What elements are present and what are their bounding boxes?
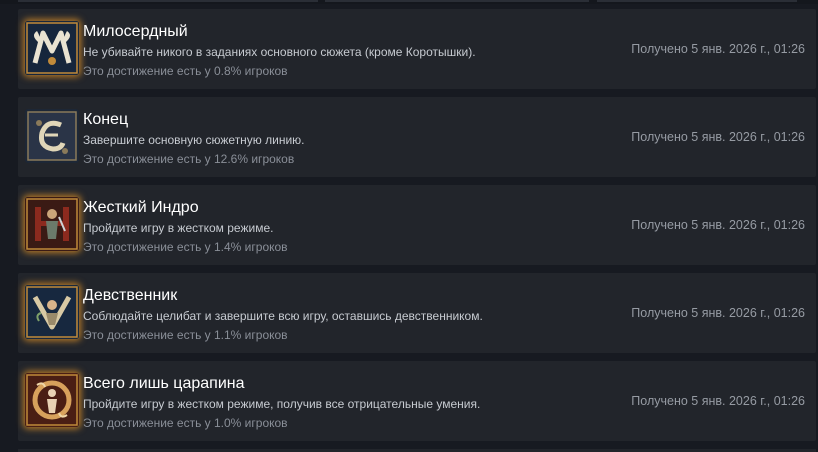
achievement-description: Соблюдайте целибат и завершите всю игру,…: [83, 309, 483, 323]
virgin-badge-icon: [25, 285, 79, 339]
achievement-global-percent: Это достижение есть у 12.6% игроков: [83, 152, 295, 166]
unlock-date: Получено 5 янв. 2026 г., 01:26: [631, 306, 805, 320]
achievement-row: Милосердный Не убивайте никого в задания…: [18, 9, 816, 89]
top-edge: [0, 0, 818, 4]
merciful-badge-icon: [25, 21, 79, 75]
achievement-row: Девственник Соблюдайте целибат и заверши…: [18, 273, 816, 353]
achievement-title: Всего лишь царапина: [83, 375, 245, 392]
the-end-badge-icon: [25, 109, 79, 163]
achievement-global-percent: Это достижение есть у 1.0% игроков: [83, 416, 288, 430]
achievement-title: Милосердный: [83, 23, 188, 40]
unlock-date: Получено 5 янв. 2026 г., 01:26: [631, 218, 805, 232]
achievement-description: Пройдите игру в жестком режиме.: [83, 221, 274, 235]
achievement-global-percent: Это достижение есть у 1.1% игроков: [83, 328, 288, 342]
achievement-title: Девственник: [83, 287, 178, 304]
achievement-row: Всего лишь царапина Пройдите игру в жест…: [18, 361, 816, 441]
hardcore-badge-icon: [25, 197, 79, 251]
unlock-date: Получено 5 янв. 2026 г., 01:26: [631, 130, 805, 144]
unlock-date: Получено 5 янв. 2026 г., 01:26: [631, 42, 805, 56]
achievement-title: Конец: [83, 111, 129, 128]
achievement-title: Жесткий Индро: [83, 199, 199, 216]
achievement-description: Не убивайте никого в заданиях основного …: [83, 45, 476, 59]
achievement-row: Жесткий Индро Пройдите игру в жестком ре…: [18, 185, 816, 265]
unlock-date: Получено 5 янв. 2026 г., 01:26: [631, 394, 805, 408]
scratch-badge-icon: [25, 373, 79, 427]
achievement-row: Конец Завершите основную сюжетную линию.…: [18, 97, 816, 177]
achievement-global-percent: Это достижение есть у 1.4% игроков: [83, 240, 288, 254]
achievement-description: Завершите основную сюжетную линию.: [83, 133, 305, 147]
achievement-global-percent: Это достижение есть у 0.8% игроков: [83, 64, 288, 78]
achievement-description: Пройдите игру в жестком режиме, получив …: [83, 397, 481, 411]
achievement-list: Милосердный Не убивайте никого в задания…: [18, 9, 816, 449]
